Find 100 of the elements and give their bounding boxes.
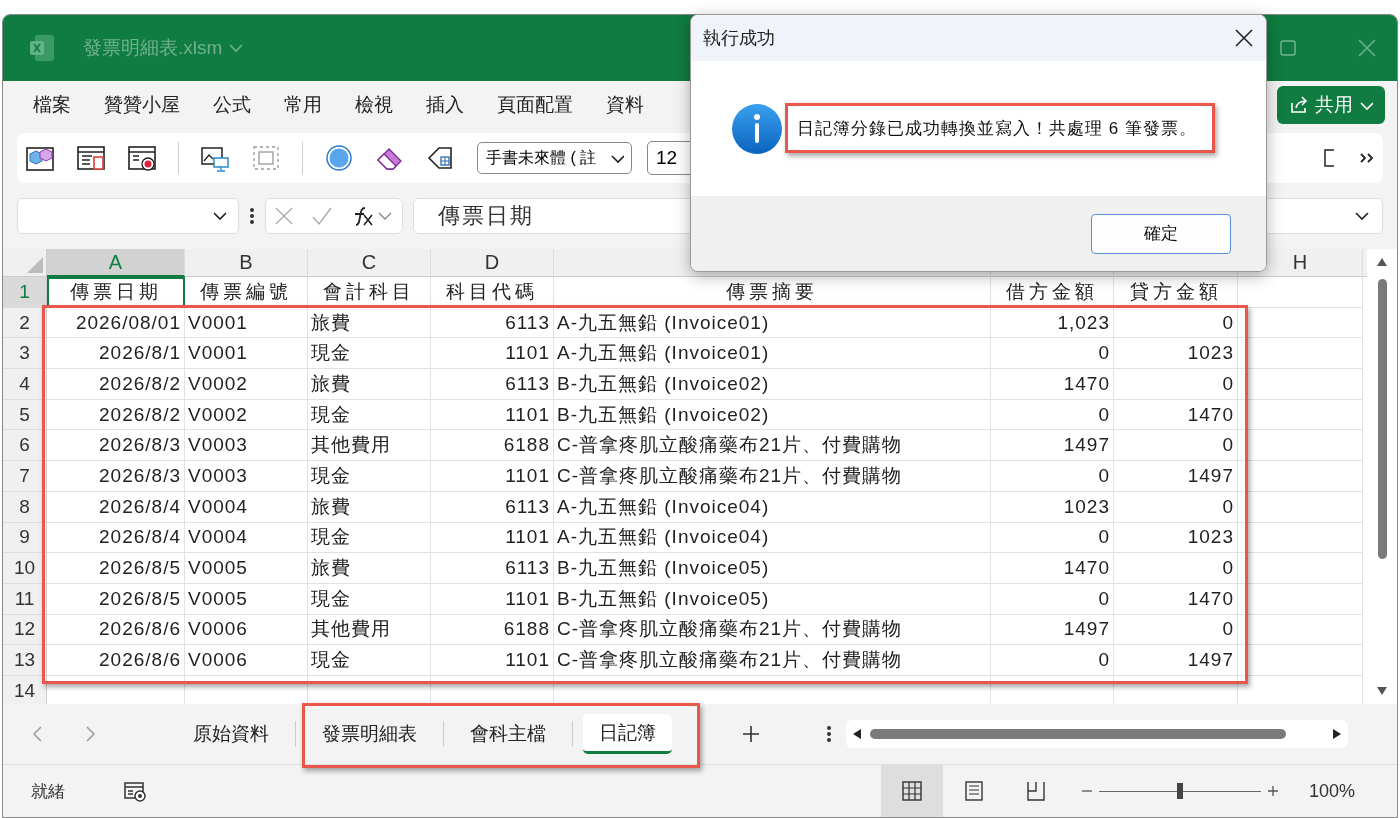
table-cell: C-普拿疼肌立酸痛藥布21片、付費購物 — [554, 430, 991, 462]
font-dropdown[interactable]: 手書未來體 ( 註 — [477, 142, 632, 174]
more-icon[interactable] — [1359, 151, 1375, 165]
zoom-in-icon[interactable] — [1266, 785, 1279, 797]
scrollbar-thumb[interactable] — [1377, 279, 1387, 559]
row-header[interactable]: 10 — [3, 553, 47, 584]
cubes-icon[interactable] — [25, 144, 55, 172]
table-cell: 現金 — [308, 461, 431, 492]
table-cell: 1470 — [1114, 583, 1238, 615]
zoom-slider[interactable] — [1098, 781, 1261, 801]
ok-button[interactable]: 確定 — [1091, 213, 1231, 254]
scroll-down-icon[interactable] — [1376, 686, 1388, 696]
table-cell: 2026/8/2 — [47, 399, 185, 431]
row-header[interactable]: 14 — [3, 675, 47, 704]
form-icon[interactable] — [76, 144, 106, 172]
circle-icon[interactable] — [324, 143, 354, 173]
table-cell: 2026/8/1 — [47, 338, 185, 370]
menu-tab[interactable]: 頁面配置 — [497, 92, 573, 118]
row-header[interactable]: 3 — [3, 338, 47, 370]
menu-tab[interactable]: 插入 — [426, 92, 464, 118]
table-cell: 6188 — [431, 430, 554, 462]
accessibility-icon[interactable] — [123, 780, 147, 802]
table-cell: 1023 — [991, 491, 1114, 523]
chevron-left-icon[interactable] — [31, 725, 45, 743]
table-cell: 貸方金額 — [1114, 277, 1238, 308]
row-header[interactable]: 4 — [3, 369, 47, 400]
share-button[interactable]: 共用 — [1277, 86, 1385, 124]
table-cell: 1,023 — [991, 307, 1114, 339]
zoom-level[interactable]: 100% — [1308, 780, 1355, 802]
table-cell: 1101 — [431, 645, 554, 676]
border-icon[interactable] — [1323, 147, 1335, 169]
row-header[interactable]: 13 — [3, 645, 47, 676]
scrollbar-thumb[interactable] — [870, 729, 1286, 739]
picture-screen-icon[interactable] — [200, 144, 230, 172]
slider-thumb[interactable] — [1176, 782, 1183, 799]
table-cell: V0001 — [185, 338, 308, 370]
table-cell: 現金 — [308, 583, 431, 615]
table-cell: V0001 — [185, 307, 308, 339]
table-cell: V0002 — [185, 369, 308, 400]
add-sheet-icon[interactable] — [742, 725, 760, 743]
table-cell: 1470 — [1114, 399, 1238, 431]
scroll-left-icon[interactable] — [852, 728, 862, 740]
scroll-right-icon[interactable] — [1332, 728, 1342, 740]
menu-tab[interactable]: 常用 — [284, 92, 322, 118]
scroll-up-icon[interactable] — [1376, 257, 1388, 267]
table-cell: 現金 — [308, 645, 431, 676]
sheet-tab[interactable]: 日記簿 — [583, 714, 672, 754]
table-cell: V0002 — [185, 399, 308, 431]
table-cell: 2026/8/6 — [47, 645, 185, 676]
excel-logo-icon — [29, 34, 55, 62]
close-icon[interactable] — [1234, 28, 1254, 48]
column-header[interactable]: B — [185, 249, 308, 277]
table-cell: V0006 — [185, 645, 308, 676]
row-header[interactable]: 7 — [3, 461, 47, 492]
table-cell: 2026/8/3 — [47, 461, 185, 492]
table-cell: 旅費 — [308, 491, 431, 523]
record-icon[interactable] — [127, 144, 157, 172]
column-header[interactable]: C — [308, 249, 431, 277]
dialog-title: 執行成功 — [703, 27, 776, 50]
table-cell: 1023 — [1114, 522, 1238, 554]
row-header[interactable]: 1 — [3, 277, 47, 308]
table-cell: 現金 — [308, 338, 431, 370]
chevron-right-icon[interactable] — [83, 725, 97, 743]
more-options-icon[interactable] — [826, 724, 832, 744]
view-button[interactable] — [880, 765, 943, 817]
table-cell: 1023 — [1114, 338, 1238, 370]
table-cell: 旅費 — [308, 307, 431, 339]
column-header[interactable]: D — [431, 249, 554, 277]
sheet-tab[interactable]: 會科主檔 — [454, 714, 562, 754]
table-cell: 旅費 — [308, 553, 431, 584]
menu-tab[interactable]: 公式 — [213, 92, 251, 118]
table-cell: 1470 — [991, 369, 1114, 400]
chevron-down-icon — [212, 209, 228, 223]
table-cell: 2026/8/6 — [47, 614, 185, 646]
menu-tab[interactable]: 資料 — [606, 92, 644, 118]
menu-tab[interactable]: 贊贊小屋 — [104, 92, 180, 118]
table-cell: 0 — [991, 522, 1114, 554]
table-cell: 1101 — [431, 583, 554, 615]
row-header[interactable]: 6 — [3, 430, 47, 462]
normal-view-icon — [900, 780, 923, 802]
table-cell: 0 — [991, 338, 1114, 370]
table-cell: C-普拿疼肌立酸痛藥布21片、付費購物 — [554, 614, 991, 646]
table-cell: 現金 — [308, 522, 431, 554]
chevron-down-icon — [1354, 209, 1372, 223]
menu-tab[interactable]: 檢視 — [355, 92, 393, 118]
table-cell: 2026/8/3 — [47, 430, 185, 462]
table-cell: 6113 — [431, 553, 554, 584]
table-cell: 2026/08/01 — [47, 307, 185, 339]
menu-tab[interactable]: 檔案 — [33, 92, 71, 118]
table-cell: 0 — [991, 645, 1114, 676]
table-cell: B-九五無鉛 (Invoice02) — [554, 399, 991, 431]
table-cell: 6113 — [431, 491, 554, 523]
table-cell: 1470 — [991, 553, 1114, 584]
more-options-icon[interactable] — [249, 206, 255, 226]
table-cell: 1497 — [1114, 461, 1238, 492]
sheet-tab[interactable]: 原始資料 — [177, 714, 285, 754]
sheet-tab[interactable]: 發票明細表 — [306, 714, 433, 754]
table-cell: 0 — [991, 583, 1114, 615]
dialog-message: 日記簿分錄已成功轉換並寫入！共處理 6 筆發票。 — [797, 118, 1197, 140]
page-layout-icon — [962, 780, 985, 802]
